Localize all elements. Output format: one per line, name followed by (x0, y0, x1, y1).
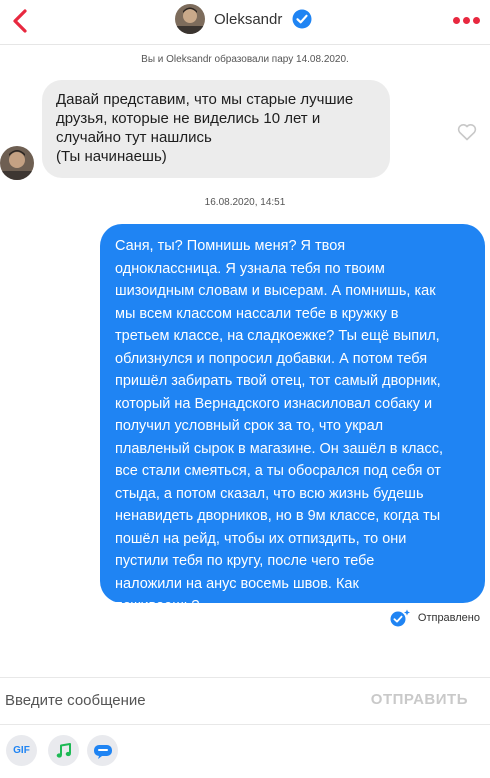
outgoing-message-bubble: Саня, ты? Помнишь меня? Я твоя однокласс… (100, 224, 485, 614)
message-line: (Ты начинаешь) (56, 148, 167, 165)
delivery-status: Отправлено (389, 609, 480, 627)
message-line: пришёл забирать твой отец, тот самый дво… (115, 373, 441, 389)
message-line: все стали смеяться, а ты обосрался под с… (115, 463, 441, 479)
message-composer: ОТПРАВИТЬ (0, 677, 490, 725)
heart-outline-icon (457, 124, 477, 141)
message-line: одноклассница. Я узнала тебя по твоим (115, 260, 385, 277)
more-dots-icon (473, 17, 480, 24)
attachment-toolbar: GIF (0, 735, 490, 769)
message-input[interactable] (0, 678, 345, 722)
sent-check-icon (390, 609, 410, 627)
message-line: ненавидеть дворников, но в 9м классе, ко… (115, 508, 441, 524)
message-line: случайно тут нашлись (56, 129, 212, 146)
like-message-button[interactable] (457, 123, 477, 141)
more-dots-icon (453, 17, 460, 24)
avatar-photo-icon (0, 146, 34, 180)
sender-avatar[interactable] (0, 146, 34, 180)
message-line: шизоидным словам и высерам. А помнишь, к… (115, 283, 436, 299)
contact-name[interactable]: Oleksandr (214, 11, 282, 28)
message-line: пустили тебя по кругу, после чего тебе (115, 553, 375, 569)
sticker-button[interactable] (87, 735, 118, 766)
status-text: Отправлено (417, 612, 480, 624)
chevron-left-icon (13, 9, 27, 33)
chat-card-icon (93, 744, 112, 759)
message-line: мы всем классом нассали тебе в кружку в (115, 305, 399, 322)
message-line: Давай представим, что мы старые лучшие (56, 91, 354, 108)
message-line: Саня, ты? Помнишь меня? Я твоя (115, 238, 346, 254)
message-timestamp: 16.08.2020, 14:51 (204, 197, 286, 208)
message-line: наложили на анус восемь швов. Как (115, 575, 359, 592)
send-button[interactable]: ОТПРАВИТЬ (371, 691, 468, 708)
more-options-button[interactable] (453, 17, 480, 24)
incoming-message-bubble: Давай представим, что мы старые лучшие д… (42, 80, 390, 178)
message-line: плавленый сырок в магазине. Он зашёл в к… (115, 440, 444, 457)
music-button[interactable] (48, 735, 79, 766)
verified-check-icon (292, 9, 312, 29)
avatar-photo-icon (175, 4, 205, 34)
back-button[interactable] (6, 6, 36, 36)
contact-avatar[interactable] (175, 4, 205, 34)
message-line: облизнулся и попросил добавки. А потом т… (115, 350, 428, 367)
gif-label: GIF (13, 745, 30, 756)
gif-button[interactable]: GIF (6, 735, 37, 766)
message-line: стыда, а потом сказал, что всю жизнь буд… (115, 485, 424, 502)
more-dots-icon (463, 17, 470, 24)
message-line: который на Вернадского изнасиловал собак… (115, 395, 433, 412)
message-line: друзья, которые не виделись 10 лет и (56, 110, 321, 127)
message-line: третьем классе, на сладкоежке? Ты ещё вы… (115, 328, 440, 344)
chat-header: Oleksandr (0, 0, 490, 45)
message-line: пошёл на рейд, чтобы их отпиздить, то он… (115, 530, 407, 547)
message-line: получил условный срок за то, что украл (115, 418, 384, 434)
match-note: Вы и Oleksandr образовали пару 14.08.202… (141, 54, 349, 65)
music-note-icon (56, 742, 71, 758)
